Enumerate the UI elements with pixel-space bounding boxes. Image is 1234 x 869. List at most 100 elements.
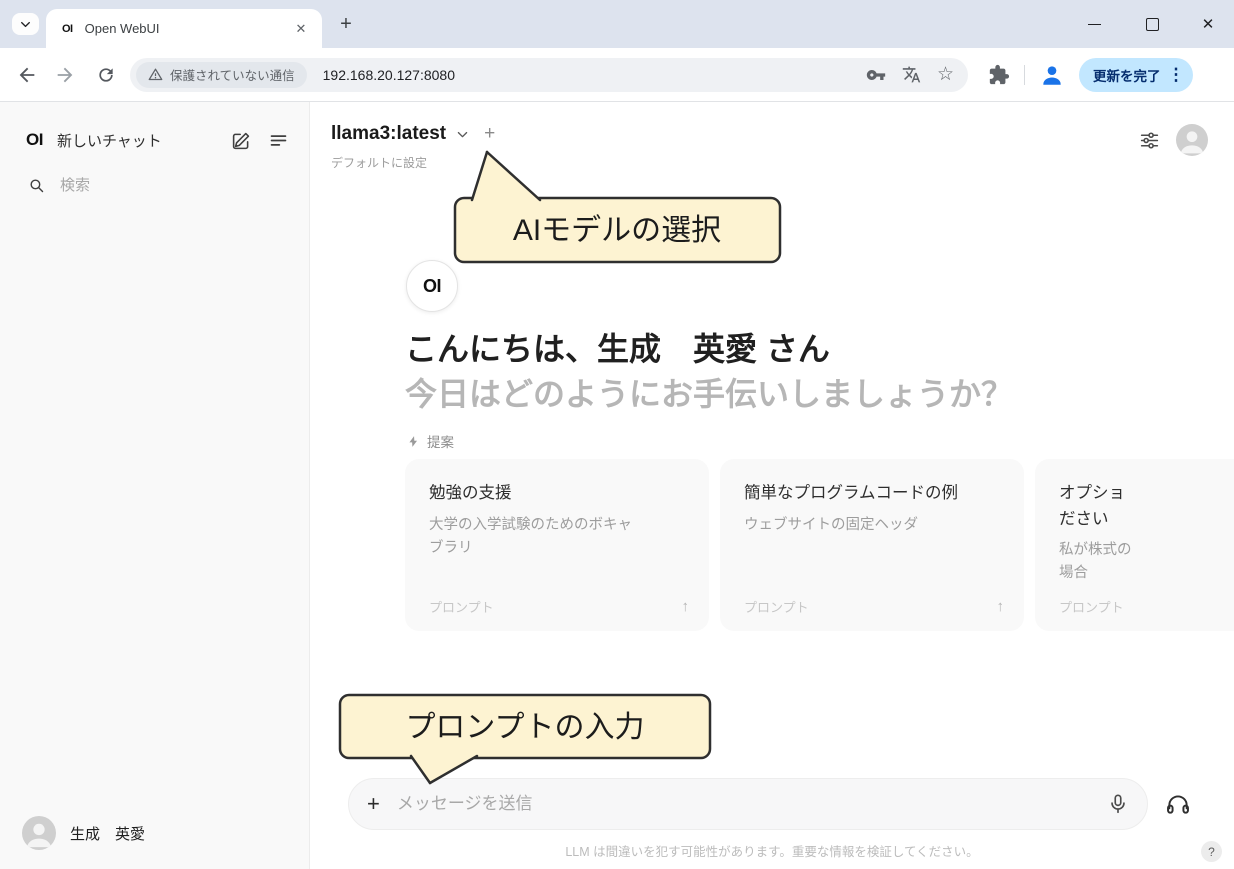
new-chat-button[interactable]: 新しいチャット [57, 130, 215, 151]
voice-input-button[interactable] [1107, 793, 1129, 815]
main-area: llama3:latest + デフォルトに設定 OI こんにちは、生成 英愛 … [310, 102, 1234, 869]
translate-icon [902, 66, 921, 83]
chrome-update-button[interactable]: 更新を完了 ⋮ [1079, 57, 1193, 92]
model-name: llama3:latest [331, 123, 447, 144]
translate-button[interactable] [902, 65, 921, 84]
sidebar: OI 新しいチャット 検索 生成 英愛 [0, 102, 310, 869]
person-icon [26, 823, 52, 848]
model-selector[interactable]: llama3:latest + [331, 123, 495, 145]
chevron-down-icon [455, 127, 470, 142]
new-tab-button[interactable]: + [334, 12, 358, 36]
maximize-button[interactable] [1137, 9, 1167, 39]
sliders-icon [1140, 132, 1159, 149]
new-chat-edit-button[interactable] [231, 130, 252, 151]
microphone-icon [1111, 794, 1125, 814]
card-subtitle-line: 大学の入学試験のためのボキャ [429, 516, 632, 533]
browser-window: OI Open WebUI ✕ + ✕ 保護されていない通信 192.168.2… [0, 0, 1234, 869]
security-chip[interactable]: 保護されていない通信 [136, 61, 307, 88]
card-title-line: 勉強の支援 [429, 484, 512, 502]
set-default-button[interactable]: デフォルトに設定 [331, 154, 427, 171]
extensions-button[interactable] [988, 64, 1010, 86]
suggestion-card-3[interactable]: オプショ ださい 私が株式の 場合 プロンプト ↑ [1035, 459, 1234, 631]
forward-icon [57, 67, 73, 82]
menu-dots-icon[interactable]: ⋮ [1168, 65, 1185, 85]
help-button[interactable]: ? [1201, 841, 1222, 862]
openwebui-logo-badge: OI [406, 260, 458, 312]
tab-favicon: OI [62, 22, 73, 35]
person-icon [1180, 131, 1204, 154]
profile-button[interactable] [1039, 62, 1065, 88]
voice-call-button[interactable] [1165, 791, 1191, 817]
pencil-square-icon [232, 132, 250, 149]
card-subtitle-line: ウェブサイトの固定ヘッダ [744, 516, 918, 533]
chevron-down-icon [21, 21, 30, 27]
user-avatar [22, 816, 56, 850]
add-model-button[interactable]: + [484, 123, 495, 145]
openwebui-logo: OI [26, 130, 43, 149]
maximize-icon [1145, 17, 1159, 31]
submit-arrow-icon: ↑ [681, 598, 690, 615]
navbar-divider [1024, 64, 1025, 85]
webui-page: OI 新しいチャット 検索 生成 英愛 llama3:latest + デフォル… [0, 102, 1234, 869]
key-icon [866, 69, 886, 80]
headphones-icon [1167, 795, 1189, 814]
card-title-line: ださい [1059, 509, 1109, 528]
card-title-line: オプショ [1059, 484, 1125, 502]
user-menu-button[interactable]: 生成 英愛 [22, 811, 297, 855]
puzzle-icon [989, 64, 1010, 84]
sidebar-toggle-button[interactable] [268, 130, 289, 151]
address-bar[interactable]: 保護されていない通信 192.168.20.127:8080 ☆ [130, 57, 968, 92]
card-subtitle-line: 場合 [1059, 565, 1088, 582]
profile-person-icon [1043, 65, 1061, 85]
search-icon [30, 178, 44, 192]
update-button-label: 更新を完了 [1093, 68, 1161, 84]
suggestion-card-1[interactable]: 勉強の支援 大学の入学試験のためのボキャ ブラリ プロンプト ↑ [405, 459, 709, 631]
back-button[interactable] [16, 64, 38, 86]
disclaimer-text: LLM は間違いを犯す可能性があります。重要な情報を検証してください。 [565, 845, 979, 859]
browser-tab[interactable]: OI Open WebUI ✕ [46, 9, 322, 48]
browser-titlebar: OI Open WebUI ✕ + ✕ [0, 0, 1234, 48]
card-footer-label: プロンプト [429, 600, 494, 615]
forward-button[interactable] [54, 64, 76, 86]
submit-arrow-icon: ↑ [996, 598, 1005, 615]
reload-button[interactable] [96, 65, 116, 85]
sidebar-toggle-icon [270, 134, 287, 146]
message-input-row: + [348, 778, 1191, 830]
model-callout-annotation: AIモデルの選択 [453, 150, 782, 264]
star-icon: ☆ [936, 64, 954, 85]
close-window-button[interactable]: ✕ [1193, 9, 1223, 39]
warning-icon [148, 68, 163, 81]
sidebar-search [28, 172, 289, 198]
card-subtitle-line: 私が株式の [1059, 542, 1132, 559]
card-subtitle-line: ブラリ [429, 539, 473, 556]
minimize-button[interactable] [1079, 9, 1109, 39]
suggestions-label: 提案 [407, 431, 454, 451]
suggestion-card-2[interactable]: 簡単なプログラムコードの例 ウェブサイトの固定ヘッダ プロンプト ↑ [720, 459, 1024, 631]
security-chip-label: 保護されていない通信 [170, 69, 295, 83]
tab-close-icon[interactable]: ✕ [292, 20, 310, 38]
greeting-subtitle: 今日はどのようにお手伝いしましょうか？ [405, 376, 1014, 412]
prompt-callout-text: プロンプトの入力 [405, 711, 644, 744]
attach-plus-button[interactable]: + [367, 793, 380, 815]
suggestions-label-text: 提案 [427, 435, 454, 450]
message-input-pill[interactable]: + [348, 778, 1148, 830]
suggestion-cards: 勉強の支援 大学の入学試験のためのボキャ ブラリ プロンプト ↑ 簡単なプログラ… [405, 459, 1234, 631]
bookmark-star-button[interactable]: ☆ [937, 65, 954, 84]
message-input[interactable] [394, 793, 1107, 815]
url-text: 192.168.20.127:8080 [322, 66, 455, 83]
user-name: 生成 英愛 [70, 825, 146, 843]
browser-navbar: 保護されていない通信 192.168.20.127:8080 ☆ 更新を完了 ⋮ [0, 48, 1234, 102]
search-input[interactable] [58, 175, 232, 195]
password-key-button[interactable] [866, 65, 886, 85]
tab-search-button[interactable] [12, 13, 39, 35]
reload-icon [99, 67, 113, 82]
back-icon [19, 67, 35, 82]
minimize-icon [1087, 23, 1101, 25]
profile-avatar-button[interactable] [1176, 124, 1208, 156]
card-footer-label: プロンプト [744, 600, 809, 615]
card-footer-label: プロンプト [1059, 600, 1124, 615]
bolt-icon [409, 435, 418, 447]
chat-controls-button[interactable] [1139, 130, 1160, 151]
card-title-line: 簡単なプログラムコードの例 [744, 484, 959, 502]
sidebar-header: OI 新しいチャット [26, 124, 289, 156]
